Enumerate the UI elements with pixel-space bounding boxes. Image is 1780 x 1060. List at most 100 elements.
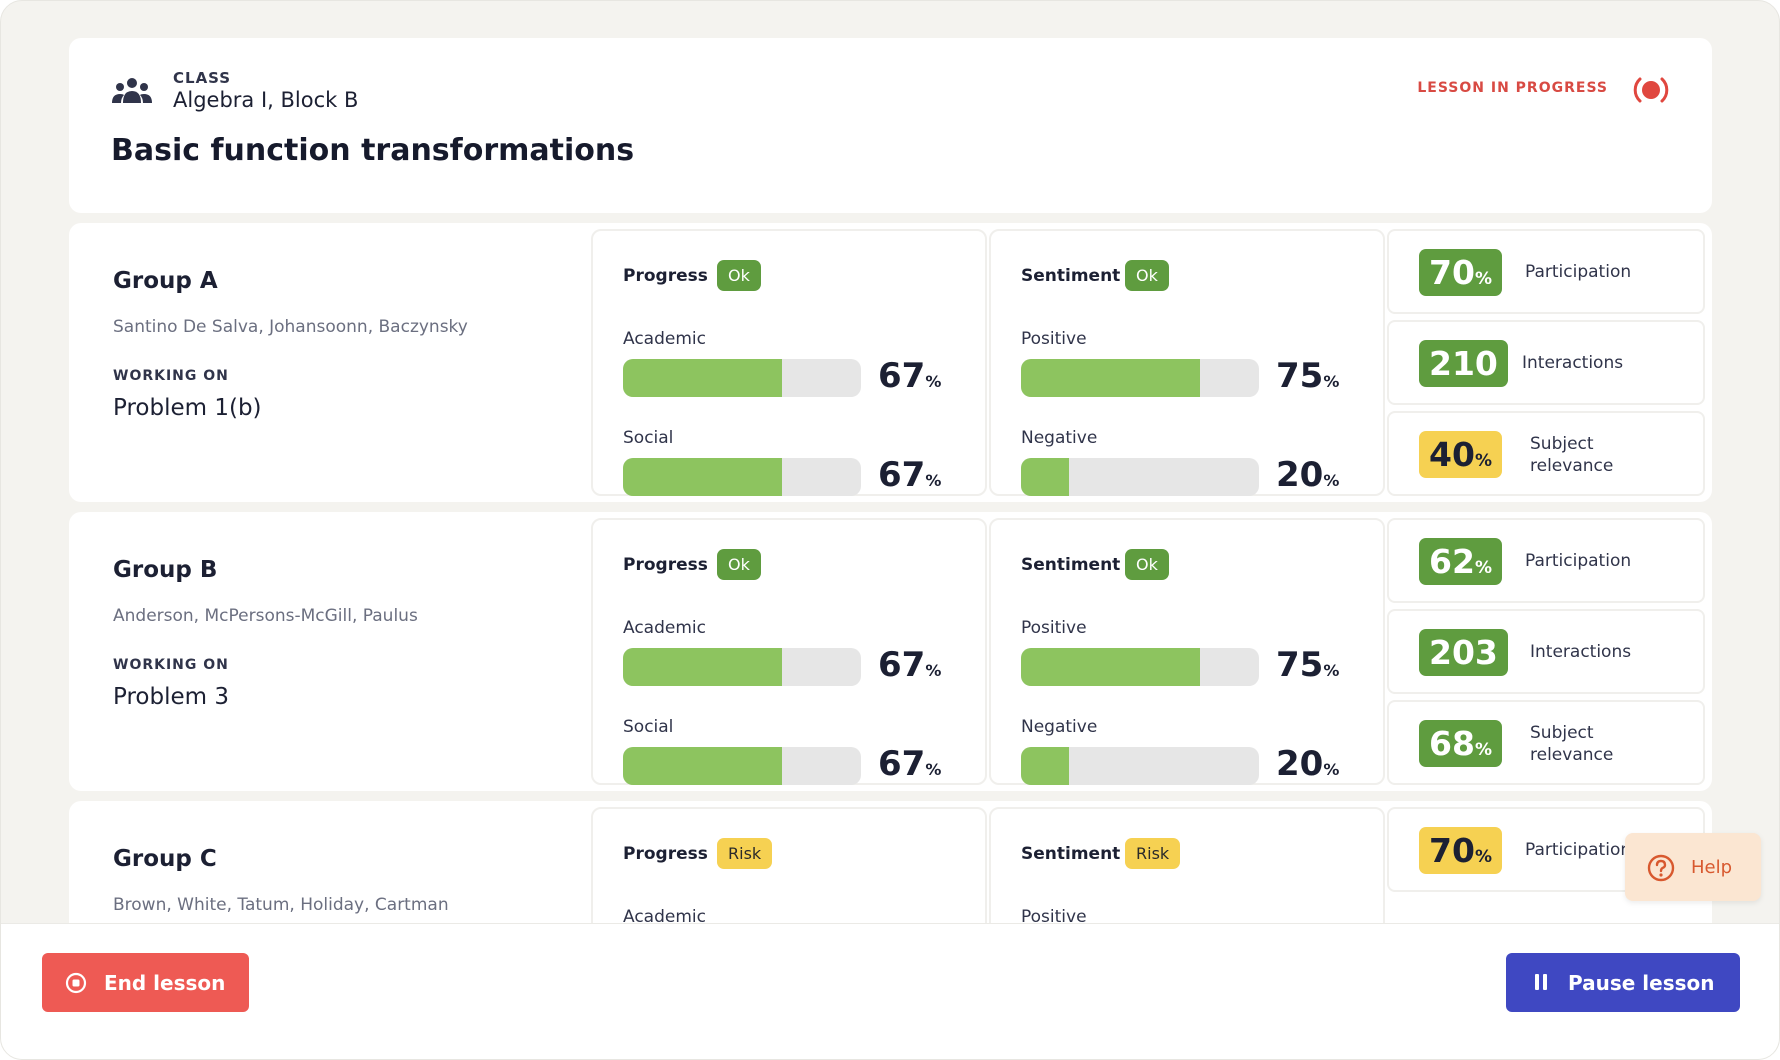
academic-bar	[623, 359, 861, 397]
positive-label: Positive	[1021, 618, 1087, 638]
sentiment-status-badge: Ok	[1125, 260, 1169, 291]
group-people-icon	[112, 78, 152, 103]
participation-label: Participation	[1525, 262, 1632, 282]
pause-lesson-button[interactable]: Pause lesson	[1506, 953, 1740, 1012]
lesson-footer: End lesson Pause lesson	[1, 923, 1779, 1059]
working-on-label: WORKING ON	[113, 368, 229, 384]
academic-bar	[623, 648, 861, 686]
group-members: Anderson, McPersons-McGill, Paulus	[113, 606, 418, 626]
positive-percent: 75%	[1276, 645, 1340, 685]
negative-percent: 20%	[1276, 455, 1340, 495]
group-name: Group B	[113, 557, 218, 583]
academic-label: Academic	[623, 329, 706, 349]
interactions-label: Interactions	[1522, 353, 1624, 373]
social-bar-fill	[623, 458, 783, 496]
progress-title: Progress	[623, 266, 708, 286]
progress-status-badge: Ok	[717, 260, 761, 291]
working-on-label: WORKING ON	[113, 657, 229, 673]
subject-relevance-label: Subject relevance	[1530, 434, 1614, 476]
group-name: Group C	[113, 846, 217, 872]
positive-bar	[1021, 648, 1259, 686]
pause-lesson-label: Pause lesson	[1568, 971, 1715, 995]
stop-circle-icon	[65, 972, 87, 994]
subject-relevance-label: Subject relevance	[1530, 723, 1614, 765]
social-label: Social	[623, 428, 674, 448]
group-info: Group B Anderson, McPersons-McGill, Paul…	[69, 512, 589, 791]
help-label: Help	[1691, 857, 1733, 878]
lesson-status: LESSON IN PROGRESS	[1417, 80, 1608, 96]
interactions-stat: 203 Interactions	[1387, 609, 1705, 694]
progress-panel: Progress Risk Academic	[591, 807, 987, 923]
sentiment-status-badge: Ok	[1125, 549, 1169, 580]
negative-percent: 20%	[1276, 744, 1340, 784]
sentiment-panel: Sentiment Ok Positive 75% Negative 20%	[989, 518, 1385, 785]
group-info: Group C Brown, White, Tatum, Holiday, Ca…	[69, 801, 589, 923]
subject-relevance-value: 40%	[1419, 431, 1502, 478]
progress-title: Progress	[623, 555, 708, 575]
subject-relevance-value: 68%	[1419, 720, 1502, 767]
positive-bar-fill	[1021, 648, 1200, 686]
group-card-b[interactable]: Group B Anderson, McPersons-McGill, Paul…	[69, 512, 1712, 791]
group-members: Santino De Salva, Johansoonn, Baczynsky	[113, 317, 468, 337]
participation-value: 70%	[1419, 827, 1502, 874]
social-label: Social	[623, 717, 674, 737]
lesson-title: Basic function transformations	[111, 133, 635, 168]
interactions-label: Interactions	[1530, 642, 1632, 662]
academic-label: Academic	[623, 618, 706, 638]
academic-percent: 67%	[878, 645, 942, 685]
progress-panel: Progress Ok Academic 67% Social 67%	[591, 229, 987, 496]
social-bar	[623, 458, 861, 496]
group-card-c[interactable]: Group C Brown, White, Tatum, Holiday, Ca…	[69, 801, 1712, 923]
social-bar-fill	[623, 747, 783, 785]
participation-label: Participation	[1525, 840, 1632, 860]
stats-column: 62% Participation 203 Interactions 68% S…	[1387, 518, 1705, 785]
sentiment-panel: Sentiment Ok Positive 75% Negative 20%	[989, 229, 1385, 496]
sentiment-title: Sentiment	[1021, 555, 1121, 575]
live-record-icon	[1633, 77, 1669, 103]
participation-value: 70%	[1419, 249, 1502, 296]
positive-percent: 75%	[1276, 356, 1340, 396]
social-percent: 67%	[878, 744, 942, 784]
sentiment-status-badge: Risk	[1125, 838, 1181, 869]
positive-bar-fill	[1021, 359, 1200, 397]
working-on-problem: Problem 1(b)	[113, 395, 262, 421]
end-lesson-label: End lesson	[104, 971, 226, 995]
group-card-a[interactable]: Group A Santino De Salva, Johansoonn, Ba…	[69, 223, 1712, 502]
sentiment-title: Sentiment	[1021, 266, 1121, 286]
interactions-value: 203	[1419, 629, 1508, 676]
help-button[interactable]: Help	[1625, 833, 1761, 901]
end-lesson-button[interactable]: End lesson	[42, 953, 249, 1012]
subject-relevance-stat: 40% Subject relevance	[1387, 411, 1705, 496]
participation-value: 62%	[1419, 538, 1502, 585]
class-name: Algebra I, Block B	[173, 88, 359, 112]
positive-bar	[1021, 359, 1259, 397]
interactions-value: 210	[1419, 340, 1508, 387]
sentiment-panel: Sentiment Risk Positive	[989, 807, 1385, 923]
social-percent: 67%	[878, 455, 942, 495]
positive-label: Positive	[1021, 907, 1087, 923]
negative-label: Negative	[1021, 717, 1098, 737]
progress-title: Progress	[623, 844, 708, 864]
social-bar	[623, 747, 861, 785]
pause-icon	[1535, 974, 1547, 990]
positive-label: Positive	[1021, 329, 1087, 349]
academic-percent: 67%	[878, 356, 942, 396]
negative-bar-fill	[1021, 747, 1069, 785]
class-label: CLASS	[173, 69, 232, 87]
sentiment-title: Sentiment	[1021, 844, 1121, 864]
negative-label: Negative	[1021, 428, 1098, 448]
progress-panel: Progress Ok Academic 67% Social 67%	[591, 518, 987, 785]
lesson-header: CLASS Algebra I, Block B Basic function …	[69, 38, 1712, 213]
group-members: Brown, White, Tatum, Holiday, Cartman	[113, 895, 449, 915]
app-frame: CLASS Algebra I, Block B Basic function …	[0, 0, 1780, 1060]
negative-bar-fill	[1021, 458, 1069, 496]
negative-bar	[1021, 747, 1259, 785]
subject-relevance-stat: 68% Subject relevance	[1387, 700, 1705, 785]
participation-label: Participation	[1525, 551, 1632, 571]
stats-column: 70% Participation 210 Interactions 40% S…	[1387, 229, 1705, 496]
academic-bar-fill	[623, 359, 783, 397]
interactions-stat: 210 Interactions	[1387, 320, 1705, 405]
groups-list[interactable]: Group A Santino De Salva, Johansoonn, Ba…	[69, 223, 1712, 923]
academic-bar-fill	[623, 648, 783, 686]
group-info: Group A Santino De Salva, Johansoonn, Ba…	[69, 223, 589, 502]
